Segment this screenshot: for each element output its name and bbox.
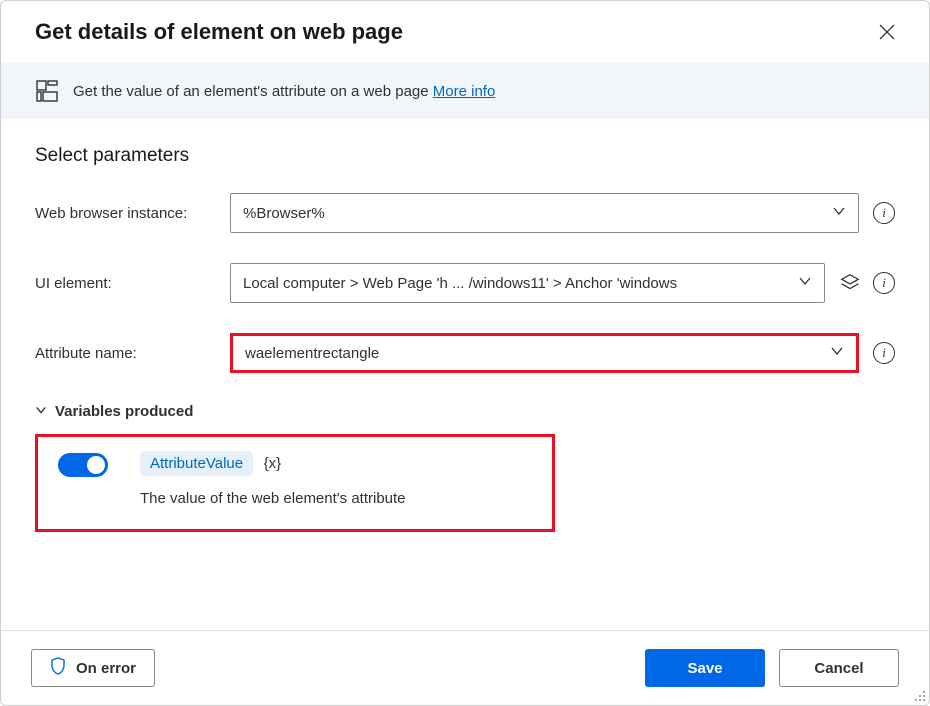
info-icon[interactable]: i [873, 272, 895, 294]
browser-label: Web browser instance: [35, 205, 230, 222]
more-info-link[interactable]: More info [433, 83, 496, 100]
attribute-value: waelementrectangle [245, 345, 379, 362]
chevron-down-icon [798, 274, 812, 292]
dialog-header: Get details of element on web page [1, 1, 929, 63]
element-details-icon [35, 79, 59, 103]
dialog-footer: On error Save Cancel [1, 630, 929, 705]
attribute-label: Attribute name: [35, 345, 230, 362]
ui-element-value: Local computer > Web Page 'h ... /window… [243, 275, 677, 292]
chevron-down-icon [832, 204, 846, 222]
variable-description: The value of the web element's attribute [140, 490, 406, 507]
ui-element-dropdown[interactable]: Local computer > Web Page 'h ... /window… [230, 263, 825, 303]
resize-grip-icon[interactable] [912, 688, 926, 702]
on-error-label: On error [76, 660, 136, 677]
attribute-dropdown[interactable]: waelementrectangle [230, 333, 859, 373]
banner-description: Get the value of an element's attribute … [73, 83, 433, 100]
ui-element-picker-icon[interactable] [839, 272, 861, 294]
info-icon[interactable]: i [873, 202, 895, 224]
close-icon [879, 24, 895, 40]
chevron-down-icon [35, 403, 47, 420]
info-banner: Get the value of an element's attribute … [1, 63, 929, 119]
variable-name-pill[interactable]: AttributeValue [140, 451, 253, 476]
variable-details: AttributeValue {x} The value of the web … [140, 451, 406, 507]
param-row-browser: Web browser instance: %Browser% i [35, 193, 895, 233]
browser-dropdown[interactable]: %Browser% [230, 193, 859, 233]
param-row-attribute: Attribute name: waelementrectangle i [35, 333, 895, 373]
variable-placeholder: {x} [264, 455, 282, 472]
cancel-button[interactable]: Cancel [779, 649, 899, 687]
variable-enabled-toggle[interactable] [58, 453, 108, 477]
dialog-body: Select parameters Web browser instance: … [1, 119, 929, 630]
chevron-down-icon [830, 344, 844, 362]
save-button[interactable]: Save [645, 649, 765, 687]
on-error-button[interactable]: On error [31, 649, 155, 687]
close-button[interactable] [875, 20, 899, 44]
info-icon[interactable]: i [873, 342, 895, 364]
shield-icon [50, 657, 66, 679]
dialog-title: Get details of element on web page [35, 19, 403, 45]
browser-value: %Browser% [243, 205, 325, 222]
ui-element-label: UI element: [35, 275, 230, 292]
variables-produced-box: AttributeValue {x} The value of the web … [35, 434, 555, 532]
banner-text: Get the value of an element's attribute … [73, 83, 495, 100]
variables-produced-label: Variables produced [55, 403, 193, 420]
variables-produced-toggle[interactable]: Variables produced [35, 403, 895, 420]
section-title: Select parameters [35, 145, 895, 167]
param-row-ui-element: UI element: Local computer > Web Page 'h… [35, 263, 895, 303]
